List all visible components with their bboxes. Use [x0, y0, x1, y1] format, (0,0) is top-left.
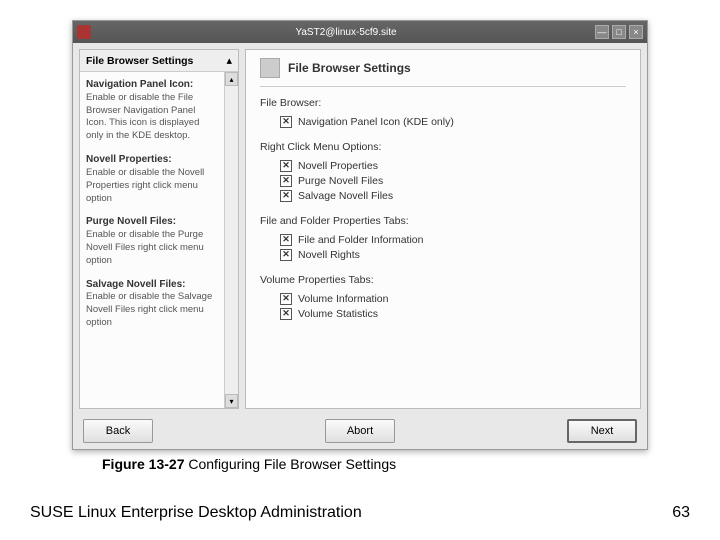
scroll-down-icon[interactable]: ▾ — [225, 394, 238, 408]
help-item-title: Novell Properties: — [86, 154, 172, 165]
maximize-button[interactable]: □ — [612, 25, 626, 39]
option-group: File Browser: ✕ Navigation Panel Icon (KDE… — [260, 97, 626, 129]
page-number: 63 — [672, 504, 690, 522]
checkbox-label: Novell Properties — [298, 160, 378, 172]
sidebar-header[interactable]: File Browser Settings ▴ — [80, 50, 238, 72]
checkbox[interactable]: ✕ — [280, 190, 292, 202]
checkbox-option[interactable]: ✕ Volume Information — [260, 291, 626, 306]
group-title: File Browser: — [260, 97, 626, 109]
checkbox-option[interactable]: ✕ Volume Statistics — [260, 306, 626, 321]
minimize-button[interactable]: — — [595, 25, 609, 39]
checkbox[interactable]: ✕ — [280, 175, 292, 187]
main-panel: File Browser Settings File Browser: ✕ Navi… — [245, 49, 641, 409]
next-button[interactable]: Next — [567, 419, 637, 443]
checkbox-option[interactable]: ✕ Novell Properties — [260, 158, 626, 173]
help-item-desc: Enable or disable the File Browser Navig… — [86, 92, 218, 143]
sidebar-title: File Browser Settings — [86, 55, 193, 67]
checkbox-option[interactable]: ✕ Navigation Panel Icon (KDE only) — [260, 114, 626, 129]
main-title: File Browser Settings — [288, 61, 411, 75]
checkbox-label: Purge Novell Files — [298, 175, 383, 187]
group-title: Volume Properties Tabs: — [260, 274, 626, 286]
group-title: Right Click Menu Options: — [260, 141, 626, 153]
checkbox[interactable]: ✕ — [280, 116, 292, 128]
book-title: SUSE Linux Enterprise Desktop Administra… — [30, 504, 362, 522]
group-title: File and Folder Properties Tabs: — [260, 215, 626, 227]
help-item: Purge Novell Files: Enable or disable the… — [86, 215, 218, 267]
option-group: Volume Properties Tabs: ✕ Volume Informati… — [260, 274, 626, 321]
collapse-icon[interactable]: ▴ — [226, 54, 232, 67]
checkbox[interactable]: ✕ — [280, 308, 292, 320]
scroll-track[interactable] — [225, 86, 238, 394]
help-item-title: Purge Novell Files: — [86, 216, 176, 227]
yast-window: YaST2@linux-5cf9.site — □ × File Browser… — [72, 20, 648, 450]
help-item-title: Salvage Novell Files: — [86, 279, 186, 290]
titlebar: YaST2@linux-5cf9.site — □ × — [73, 21, 647, 43]
checkbox[interactable]: ✕ — [280, 293, 292, 305]
help-item: Novell Properties: Enable or disable the … — [86, 153, 218, 205]
checkbox[interactable]: ✕ — [280, 249, 292, 261]
checkbox-option[interactable]: ✕ Salvage Novell Files — [260, 188, 626, 203]
help-item-desc: Enable or disable the Salvage Novell Fil… — [86, 291, 218, 329]
abort-button[interactable]: Abort — [325, 419, 395, 443]
scroll-up-icon[interactable]: ▴ — [225, 72, 238, 86]
app-icon — [77, 25, 91, 39]
checkbox-option[interactable]: ✕ Novell Rights — [260, 247, 626, 262]
help-sidebar: File Browser Settings ▴ Navigation Panel… — [79, 49, 239, 409]
help-item-desc: Enable or disable the Purge Novell Files… — [86, 229, 218, 267]
checkbox-label: Volume Information — [298, 293, 388, 305]
settings-icon — [260, 58, 280, 78]
checkbox-label: Novell Rights — [298, 249, 360, 261]
back-button[interactable]: Back — [83, 419, 153, 443]
option-group: File and Folder Properties Tabs: ✕ File an… — [260, 215, 626, 262]
checkbox-label: Salvage Novell Files — [298, 190, 393, 202]
window-title: YaST2@linux-5cf9.site — [97, 27, 595, 38]
checkbox-label: Volume Statistics — [298, 308, 378, 320]
checkbox[interactable]: ✕ — [280, 234, 292, 246]
help-item: Salvage Novell Files:Enable or disable t… — [86, 278, 218, 330]
checkbox-label: File and Folder Information — [298, 234, 423, 246]
checkbox-option[interactable]: ✕ File and Folder Information — [260, 232, 626, 247]
button-bar: Back Abort Next — [79, 415, 641, 443]
checkbox-label: Navigation Panel Icon (KDE only) — [298, 116, 454, 128]
help-item: Navigation Panel Icon: Enable or disable … — [86, 78, 218, 143]
help-item-desc: Enable or disable the Novell Properties … — [86, 167, 218, 205]
checkbox[interactable]: ✕ — [280, 160, 292, 172]
close-button[interactable]: × — [629, 25, 643, 39]
checkbox-option[interactable]: ✕ Purge Novell Files — [260, 173, 626, 188]
option-group: Right Click Menu Options: ✕ Novell Propert… — [260, 141, 626, 203]
sidebar-scrollbar[interactable]: ▴ ▾ — [224, 72, 238, 408]
help-item-title: Navigation Panel Icon: — [86, 79, 193, 90]
figure-caption: Figure 13-27 Configuring File Browser Se… — [102, 456, 690, 472]
